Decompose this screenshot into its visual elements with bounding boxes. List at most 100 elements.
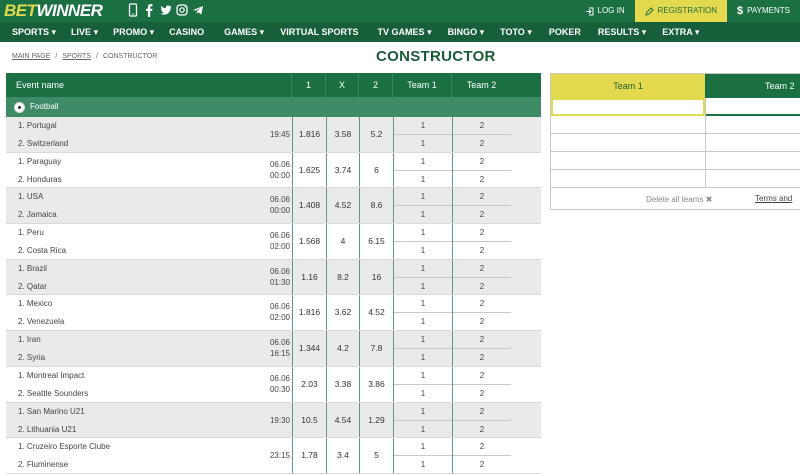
team2-slot[interactable] <box>706 116 800 134</box>
team1-slot[interactable] <box>551 170 705 188</box>
team2-pick-home[interactable]: 2 <box>453 153 511 171</box>
team1-slot[interactable] <box>551 98 705 116</box>
team1-pick-home[interactable]: 1 <box>394 295 452 314</box>
login-button[interactable]: LOG IN <box>575 0 635 22</box>
terms-link[interactable]: Terms and <box>755 194 792 203</box>
breadcrumb-sports[interactable]: SPORTS <box>62 53 91 60</box>
registration-button[interactable]: REGISTRATION <box>634 0 728 22</box>
instagram-icon[interactable] <box>176 3 188 17</box>
odd-2[interactable]: 4.52 <box>359 295 393 331</box>
constructor-team1-tab[interactable]: Team 1 <box>551 74 705 98</box>
telegram-icon[interactable] <box>192 3 204 17</box>
event-cell[interactable]: 1. Montreal Impact 2. Seattle Sounders 06.… <box>6 367 292 402</box>
nav-casino[interactable]: CASINO <box>169 22 204 42</box>
team2-pick-home[interactable]: 2 <box>453 224 511 243</box>
team1-pick-home[interactable]: 1 <box>394 367 452 385</box>
team1-pick-away[interactable]: 1 <box>394 242 452 259</box>
team1-slot[interactable] <box>551 152 705 170</box>
odd-1[interactable]: 1.816 <box>292 117 326 152</box>
nav-virtual-sports[interactable]: VIRTUAL SPORTS <box>280 22 358 42</box>
team2-pick-home[interactable]: 2 <box>453 295 511 314</box>
odd-2[interactable]: 8.6 <box>359 188 393 224</box>
team1-pick-away[interactable]: 1 <box>394 313 452 330</box>
odd-1[interactable]: 1.816 <box>292 295 326 331</box>
odd-2[interactable]: 7.8 <box>359 331 393 366</box>
odd-x[interactable]: 3.4 <box>326 438 359 473</box>
constructor-team2-tab[interactable]: Team 2 <box>705 74 800 98</box>
team1-pick-home[interactable]: 1 <box>394 117 452 135</box>
event-cell[interactable]: 1. USA 2. Jamaica 06.06 00:00 <box>6 188 292 223</box>
team1-pick-away[interactable]: 1 <box>394 171 452 188</box>
team1-pick-away[interactable]: 1 <box>394 349 452 366</box>
nav-results[interactable]: RESULTS ▾ <box>598 22 646 42</box>
event-cell[interactable]: 1. Paraguay 2. Honduras 06.06 00:00 <box>6 153 292 188</box>
delete-all-teams-button[interactable]: Delete all teams ✖ <box>646 195 712 204</box>
event-cell[interactable]: 1. San Marino U21 2. Lithuania U21 19:30 <box>6 403 292 438</box>
team2-slot[interactable] <box>706 152 800 170</box>
nav-games[interactable]: GAMES ▾ <box>224 22 264 42</box>
odd-1[interactable]: 1.408 <box>292 188 326 224</box>
phone-icon[interactable] <box>128 3 140 17</box>
event-cell[interactable]: 1. Iran 2. Syria 06.06 16:15 <box>6 331 292 366</box>
event-cell[interactable]: 1. Cruzeiro Esporte Clube 2. Fluminense 23… <box>6 438 292 473</box>
team2-pick-home[interactable]: 2 <box>453 260 511 278</box>
team2-slot[interactable] <box>706 134 800 152</box>
odd-x[interactable]: 3.58 <box>326 117 359 152</box>
odd-x[interactable]: 4 <box>326 224 359 259</box>
nav-promo[interactable]: PROMO ▾ <box>113 22 154 42</box>
odd-1[interactable]: 10.5 <box>292 402 326 438</box>
event-cell[interactable]: 1. Mexico 2. Venezuela 06.06 02:00 <box>6 295 292 330</box>
odd-2[interactable]: 5.2 <box>359 117 393 152</box>
team2-pick-away[interactable]: 2 <box>453 349 511 366</box>
team2-pick-home[interactable]: 2 <box>453 188 511 207</box>
odd-x[interactable]: 3.74 <box>326 152 359 188</box>
team1-pick-home[interactable]: 1 <box>394 260 452 278</box>
nav-tv-games[interactable]: TV GAMES ▾ <box>378 22 432 42</box>
team1-pick-away[interactable]: 1 <box>394 456 452 473</box>
team1-pick-away[interactable]: 1 <box>394 421 452 438</box>
odd-2[interactable]: 16 <box>359 259 393 295</box>
odd-1[interactable]: 1.568 <box>292 224 326 259</box>
team2-pick-away[interactable]: 2 <box>453 242 511 259</box>
team1-pick-home[interactable]: 1 <box>394 188 452 207</box>
odd-2[interactable]: 5 <box>359 438 393 473</box>
odd-1[interactable]: 1.16 <box>292 259 326 295</box>
team2-pick-away[interactable]: 2 <box>453 278 511 295</box>
team2-pick-away[interactable]: 2 <box>453 171 511 188</box>
team1-pick-away[interactable]: 1 <box>394 206 452 223</box>
odd-x[interactable]: 8.2 <box>326 259 359 295</box>
event-cell[interactable]: 1. Peru 2. Costa Rica 06.06 02:00 <box>6 224 292 259</box>
team2-slot[interactable] <box>706 170 800 188</box>
sport-row-football[interactable]: Football <box>6 97 541 117</box>
team2-pick-away[interactable]: 2 <box>453 456 511 473</box>
team2-slot[interactable] <box>706 98 800 116</box>
team2-pick-home[interactable]: 2 <box>453 117 511 135</box>
odd-1[interactable]: 1.78 <box>292 438 326 473</box>
odd-2[interactable]: 1.29 <box>359 402 393 438</box>
nav-sports[interactable]: SPORTS ▾ <box>12 22 56 42</box>
odd-x[interactable]: 4.2 <box>326 331 359 366</box>
team1-pick-home[interactable]: 1 <box>394 403 452 421</box>
team2-pick-home[interactable]: 2 <box>453 367 511 385</box>
nav-poker[interactable]: POKER <box>549 22 581 42</box>
team1-slot[interactable] <box>551 116 705 134</box>
team2-pick-home[interactable]: 2 <box>453 438 511 457</box>
odd-1[interactable]: 1.344 <box>292 331 326 366</box>
team2-pick-away[interactable]: 2 <box>453 385 511 402</box>
nav-extra[interactable]: EXTRA ▾ <box>662 22 699 42</box>
team1-pick-home[interactable]: 1 <box>394 331 452 350</box>
team2-pick-away[interactable]: 2 <box>453 135 511 152</box>
team1-pick-home[interactable]: 1 <box>394 438 452 457</box>
facebook-icon[interactable] <box>144 3 156 17</box>
odd-2[interactable]: 6 <box>359 152 393 188</box>
twitter-icon[interactable] <box>160 3 172 17</box>
event-cell[interactable]: 1. Portugal 2. Switzerland 19:45 <box>6 117 292 152</box>
team2-pick-away[interactable]: 2 <box>453 313 511 330</box>
nav-live[interactable]: LIVE ▾ <box>71 22 98 42</box>
odd-1[interactable]: 2.03 <box>292 366 326 402</box>
team1-pick-home[interactable]: 1 <box>394 153 452 171</box>
odd-x[interactable]: 3.62 <box>326 295 359 331</box>
odd-2[interactable]: 3.86 <box>359 366 393 402</box>
team1-pick-away[interactable]: 1 <box>394 135 452 152</box>
betwinner-logo[interactable]: BETWINNER <box>4 1 103 21</box>
